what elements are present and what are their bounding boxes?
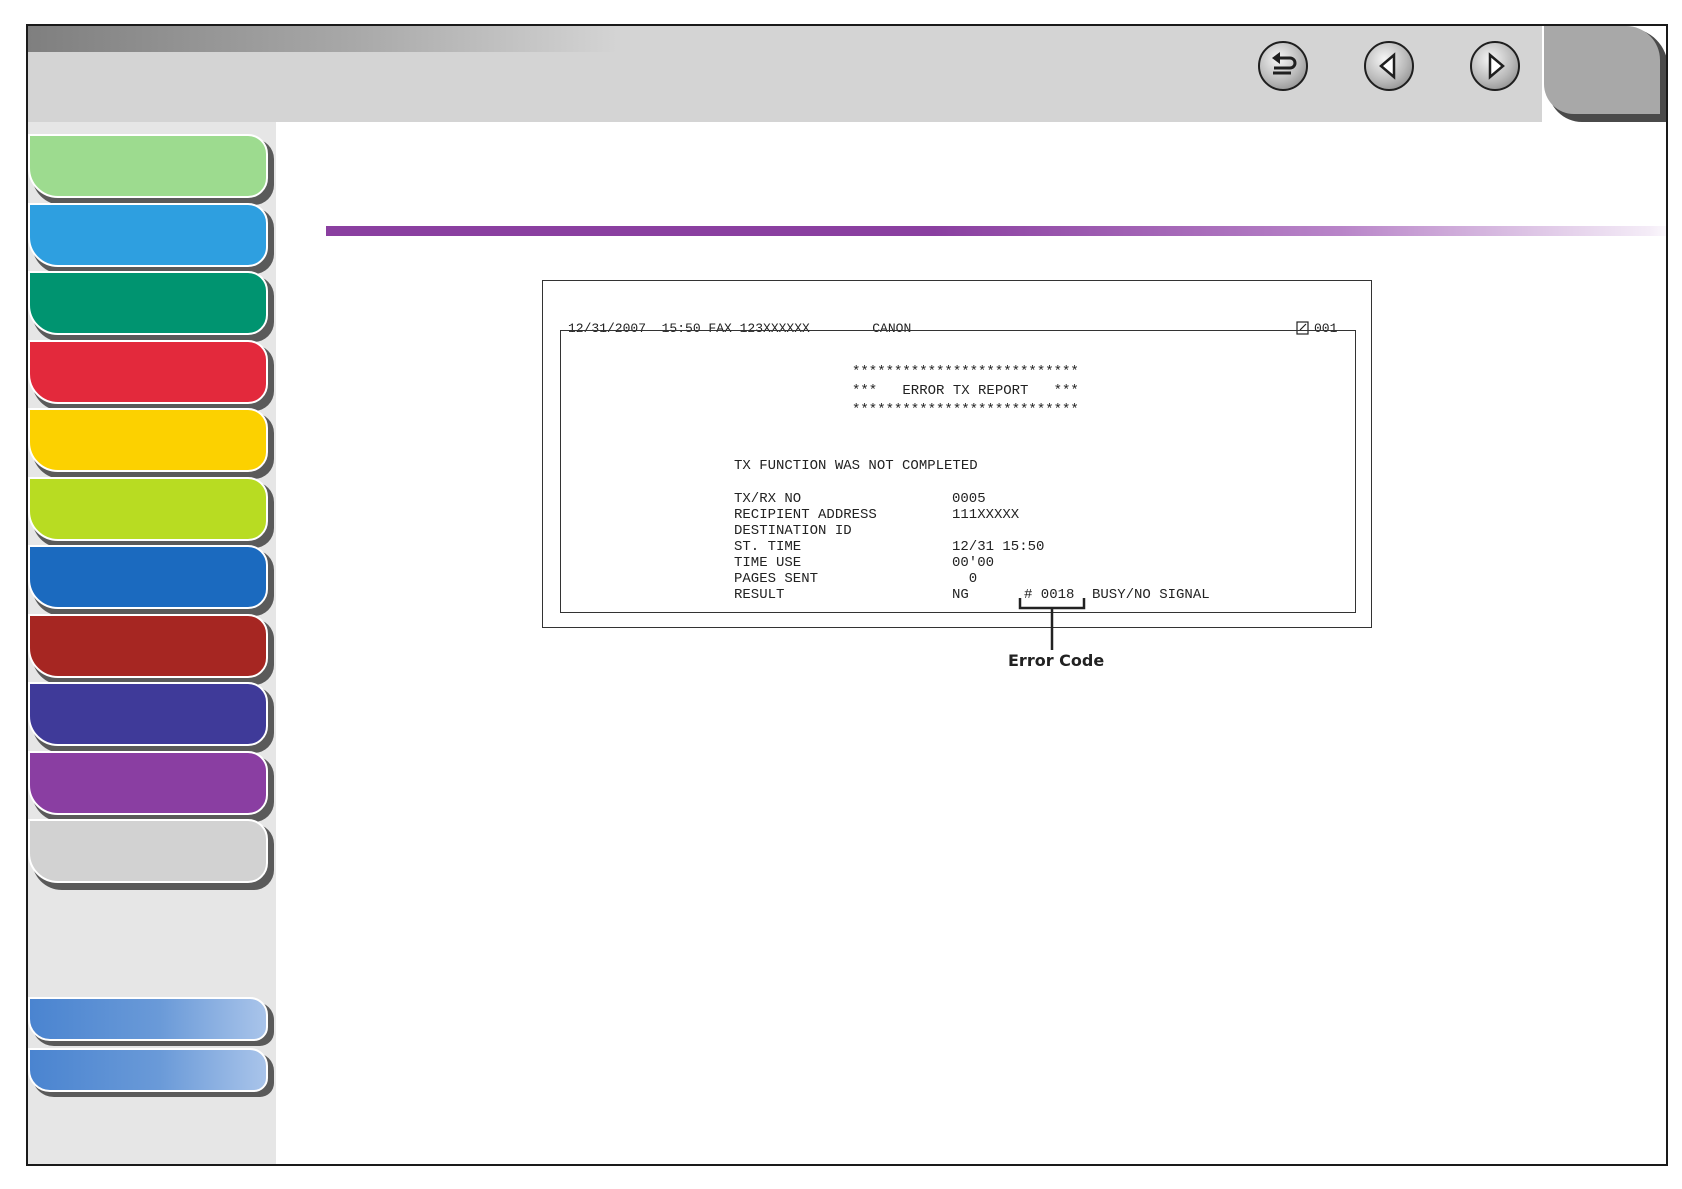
- report-status: TX FUNCTION WAS NOT COMPLETED: [734, 458, 978, 474]
- top-toolbar: [28, 26, 1542, 122]
- field-label: RESULT: [734, 587, 785, 603]
- chapter-tab-4[interactable]: [28, 339, 274, 411]
- chapter-sidebar: [28, 122, 276, 1164]
- corner-tab: [1544, 26, 1660, 114]
- chapter-tab-face[interactable]: [28, 750, 268, 815]
- error-code-callout: Error Code: [1008, 651, 1105, 670]
- field-value: 111XXXXX: [952, 507, 1020, 523]
- chapter-tab-face[interactable]: [28, 819, 268, 883]
- chapter-tab-11[interactable]: [28, 819, 274, 890]
- field-value: NG: [952, 587, 969, 603]
- chapter-tab-6[interactable]: [28, 476, 274, 548]
- report-title: *** ERROR TX REPORT ***: [852, 383, 1079, 399]
- field-label: PAGES SENT: [734, 571, 819, 587]
- field-value: 00'00: [952, 555, 995, 571]
- chapter-tab-10[interactable]: [28, 750, 274, 822]
- field-label: TX/RX NO: [734, 491, 802, 507]
- chapter-tab-face[interactable]: [28, 339, 268, 404]
- chapter-tab-face[interactable]: [28, 271, 268, 335]
- return-arrow-icon: [1272, 52, 1297, 75]
- chapter-tab-face[interactable]: [28, 202, 268, 267]
- toolbar-gradient: [28, 26, 618, 52]
- field-label: DESTINATION ID: [734, 523, 852, 539]
- chapter-tab-8[interactable]: [28, 613, 274, 685]
- field-label: ST. TIME: [734, 539, 802, 555]
- field-label: RECIPIENT ADDRESS: [734, 507, 877, 523]
- report-stars-bottom: ***************************: [852, 402, 1079, 418]
- footer-tab-face[interactable]: [28, 997, 268, 1041]
- chapter-tab-face[interactable]: [28, 682, 268, 746]
- chapter-tab-face[interactable]: [28, 408, 268, 472]
- chapter-tab-face[interactable]: [28, 134, 268, 198]
- field-value: 0005: [952, 491, 986, 507]
- chapter-tab-9[interactable]: [28, 682, 274, 753]
- chapter-tab-face[interactable]: [28, 545, 268, 609]
- report-stars-top: ***************************: [852, 364, 1079, 380]
- field-label: TIME USE: [734, 555, 802, 571]
- footer-tab-face[interactable]: [28, 1048, 268, 1092]
- field-value: 12/31 15:50: [952, 539, 1045, 555]
- chapter-tab-face[interactable]: [28, 613, 268, 678]
- right-triangle-icon: [1488, 52, 1505, 80]
- chapter-tab-5[interactable]: [28, 408, 274, 479]
- chapter-tab-2[interactable]: [28, 202, 274, 274]
- previous-page-button[interactable]: [1364, 41, 1414, 91]
- next-page-button[interactable]: [1470, 41, 1520, 91]
- field-value: 0: [952, 571, 978, 587]
- chapter-tab-1[interactable]: [28, 134, 274, 205]
- chapter-tab-7[interactable]: [28, 545, 274, 616]
- left-triangle-icon: [1379, 52, 1396, 80]
- error-code-bracket: [1018, 598, 1086, 650]
- footer-tab-1[interactable]: [28, 997, 274, 1046]
- chapter-tab-face[interactable]: [28, 476, 268, 541]
- footer-tab-2[interactable]: [28, 1048, 274, 1097]
- error-description: BUSY/NO SIGNAL: [1092, 587, 1210, 603]
- back-button[interactable]: [1258, 41, 1308, 91]
- chapter-tab-3[interactable]: [28, 271, 274, 342]
- section-title-rule: [326, 226, 1666, 236]
